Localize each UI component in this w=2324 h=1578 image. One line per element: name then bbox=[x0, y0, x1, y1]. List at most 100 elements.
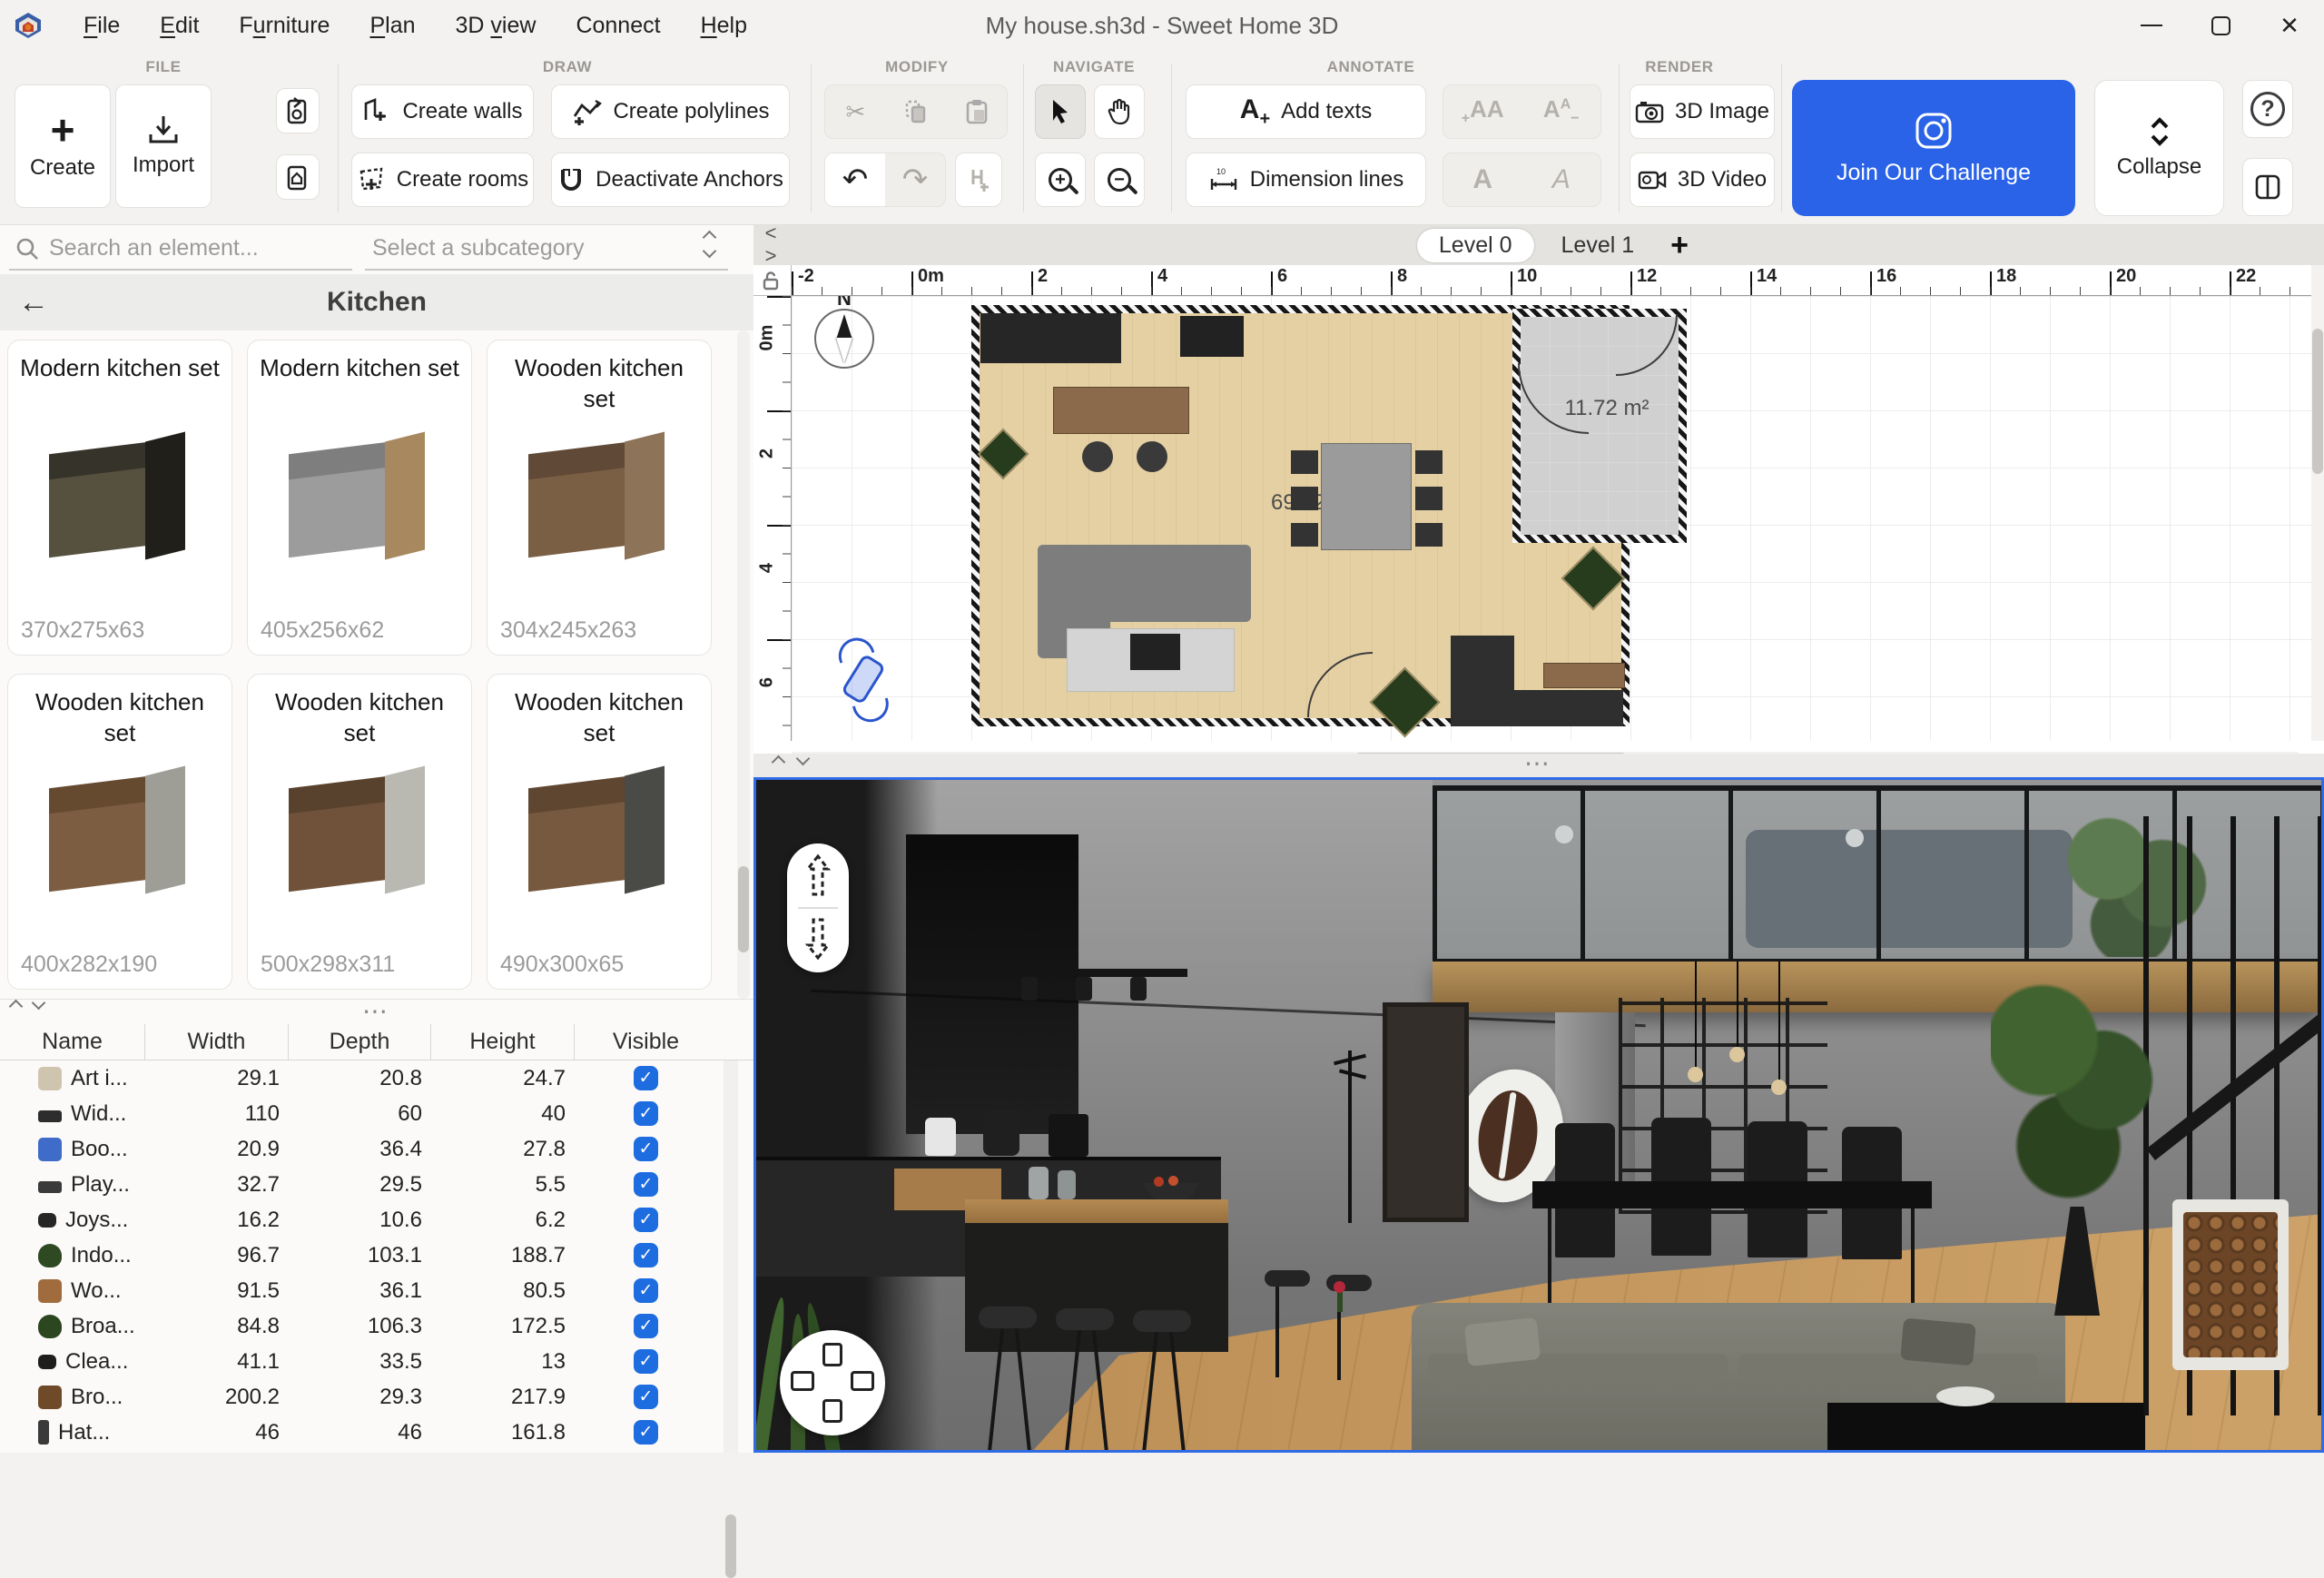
plan-desk[interactable] bbox=[980, 313, 1121, 363]
catalog-list-splitter[interactable]: ⋯ bbox=[0, 999, 753, 1024]
add-texts-button[interactable]: A+ Add texts bbox=[1186, 84, 1426, 139]
plan-pane[interactable]: <> Level 0Level 1 + -20m2468101214161820… bbox=[753, 225, 2324, 777]
menu-connect[interactable]: Connect bbox=[559, 7, 676, 44]
splitter-handle-icon[interactable]: ⋯ bbox=[362, 996, 391, 1026]
import-button[interactable]: Import bbox=[115, 84, 212, 208]
join-challenge-button[interactable]: Join Our Challenge bbox=[1792, 80, 2075, 216]
add-furniture-button[interactable] bbox=[955, 153, 1002, 207]
splitter-up-icon[interactable] bbox=[772, 755, 786, 770]
furniture-row[interactable]: Indo...96.7103.1188.7✓ bbox=[0, 1238, 717, 1273]
collapse-button[interactable]: Collapse bbox=[2094, 80, 2224, 216]
furniture-row[interactable]: Art i...29.120.824.7✓ bbox=[0, 1060, 717, 1096]
go-up-icon[interactable] bbox=[802, 853, 834, 898]
visible-checkbox[interactable]: ✓ bbox=[634, 1101, 658, 1126]
plan-dining-chair[interactable] bbox=[1415, 523, 1443, 547]
splitter-handle-icon[interactable]: ⋯ bbox=[1524, 748, 1553, 778]
visible-checkbox[interactable]: ✓ bbox=[634, 1137, 658, 1161]
italic-text-button[interactable]: A bbox=[1522, 153, 1601, 206]
menu-plan[interactable]: Plan bbox=[353, 7, 431, 44]
furniture-row[interactable]: Broa...84.8106.3172.5✓ bbox=[0, 1308, 717, 1344]
furniture-row[interactable]: Wid...1106040✓ bbox=[0, 1096, 717, 1131]
add-level-button[interactable]: + bbox=[1670, 228, 1689, 263]
menu-help[interactable]: Help bbox=[684, 7, 763, 44]
plan-camera-gizmo[interactable] bbox=[831, 640, 896, 718]
furniture-row[interactable]: Play...32.729.55.5✓ bbox=[0, 1167, 717, 1202]
furniture-row[interactable]: Bro...200.229.3217.9✓ bbox=[0, 1379, 717, 1415]
menu-edit[interactable]: Edit bbox=[143, 7, 215, 44]
panel-toggle-button[interactable] bbox=[2242, 158, 2293, 216]
plan-canvas[interactable]: 69.02 m² 11.72 m² N bbox=[792, 296, 2311, 741]
column-header-visible[interactable]: Visible bbox=[575, 1024, 717, 1060]
dpad-down-icon[interactable] bbox=[822, 1399, 842, 1423]
plan-cabinet[interactable] bbox=[1180, 316, 1244, 357]
dpad-left-icon[interactable] bbox=[791, 1371, 814, 1391]
plan-desk-2[interactable] bbox=[1053, 387, 1189, 434]
plan-dining-chair[interactable] bbox=[1291, 450, 1318, 474]
catalog-card[interactable]: Wooden kitchen set304x245x263 bbox=[487, 340, 712, 656]
create-polylines-button[interactable]: Create polylines bbox=[551, 84, 790, 139]
visible-checkbox[interactable]: ✓ bbox=[634, 1172, 658, 1197]
redo-button[interactable]: ↷ bbox=[885, 153, 945, 206]
help-button[interactable]: ? bbox=[2242, 80, 2293, 138]
increase-text-size-button[interactable]: +AA bbox=[1443, 85, 1522, 138]
pane-collapse-icons[interactable]: <> bbox=[757, 222, 784, 269]
splitter-down-icon[interactable] bbox=[32, 996, 46, 1011]
pan-tool-button[interactable] bbox=[1094, 84, 1145, 139]
column-header-width[interactable]: Width bbox=[145, 1024, 289, 1060]
catalog-scrollbar[interactable] bbox=[737, 330, 750, 999]
export-plan-button[interactable] bbox=[276, 88, 320, 133]
menu-furniture[interactable]: Furniture bbox=[222, 7, 346, 44]
scrollbar-thumb[interactable] bbox=[2312, 329, 2323, 474]
visible-checkbox[interactable]: ✓ bbox=[634, 1385, 658, 1409]
plan-dining-table[interactable] bbox=[1321, 443, 1412, 550]
plan-dining-chair[interactable] bbox=[1415, 487, 1443, 510]
plan-dining-chair[interactable] bbox=[1291, 487, 1318, 510]
plan-kitchen-island[interactable] bbox=[1543, 663, 1625, 688]
visible-checkbox[interactable]: ✓ bbox=[634, 1314, 658, 1338]
column-header-name[interactable]: Name bbox=[0, 1024, 145, 1060]
3d-image-button[interactable]: 3D Image bbox=[1630, 84, 1775, 139]
catalog-card[interactable]: Modern kitchen set370x275x63 bbox=[7, 340, 232, 656]
subcategory-stepper-icon[interactable] bbox=[704, 232, 714, 256]
select-tool-button[interactable] bbox=[1035, 84, 1086, 139]
plan-vertical-scrollbar[interactable] bbox=[2311, 265, 2324, 741]
scrollbar-thumb[interactable] bbox=[725, 1514, 736, 1578]
furniture-scrollbar[interactable] bbox=[724, 1060, 738, 1453]
create-rooms-button[interactable]: Create rooms bbox=[351, 153, 534, 207]
tab-level-0[interactable]: Level 0 bbox=[1417, 229, 1534, 262]
furniture-table-header[interactable]: NameWidthDepthHeightVisible bbox=[0, 1024, 753, 1060]
catalog-card[interactable]: Modern kitchen set405x256x62 bbox=[247, 340, 472, 656]
visible-checkbox[interactable]: ✓ bbox=[634, 1208, 658, 1232]
minimize-button[interactable] bbox=[2117, 0, 2186, 51]
create-walls-button[interactable]: Create walls bbox=[351, 84, 534, 139]
column-header-depth[interactable]: Depth bbox=[289, 1024, 431, 1060]
plan-3d-splitter[interactable]: ⋯ bbox=[753, 754, 2324, 777]
visible-checkbox[interactable]: ✓ bbox=[634, 1278, 658, 1303]
plan-chair[interactable] bbox=[1137, 441, 1167, 472]
splitter-up-icon[interactable] bbox=[9, 1000, 24, 1014]
splitter-down-icon[interactable] bbox=[796, 752, 811, 766]
furniture-row[interactable]: Clea...41.133.513✓ bbox=[0, 1344, 717, 1379]
plan-coffee-table[interactable] bbox=[1130, 634, 1180, 670]
bold-text-button[interactable]: A bbox=[1443, 153, 1522, 206]
zoom-out-button[interactable]: − bbox=[1094, 153, 1145, 207]
export-3d-button[interactable] bbox=[276, 154, 320, 200]
furniture-row[interactable]: Boo...20.936.427.8✓ bbox=[0, 1131, 717, 1167]
menu-file[interactable]: File bbox=[67, 7, 136, 44]
dpad-right-icon[interactable] bbox=[851, 1371, 874, 1391]
decrease-text-size-button[interactable]: AA− bbox=[1522, 85, 1601, 138]
create-button[interactable]: + Create bbox=[15, 84, 111, 208]
3d-video-button[interactable]: 3D Video bbox=[1630, 153, 1775, 207]
paste-button[interactable] bbox=[946, 85, 1007, 138]
catalog-card[interactable]: Wooden kitchen set490x300x65 bbox=[487, 674, 712, 990]
undo-button[interactable]: ↶ bbox=[825, 153, 885, 206]
column-header-height[interactable]: Height bbox=[431, 1024, 575, 1060]
dimension-lines-button[interactable]: 10 Dimension lines bbox=[1186, 153, 1426, 207]
visible-checkbox[interactable]: ✓ bbox=[634, 1420, 658, 1445]
visible-checkbox[interactable]: ✓ bbox=[634, 1066, 658, 1090]
tab-level-1[interactable]: Level 1 bbox=[1540, 229, 1657, 262]
furniture-row[interactable]: Joys...16.210.66.2✓ bbox=[0, 1202, 717, 1238]
visible-checkbox[interactable]: ✓ bbox=[634, 1349, 658, 1374]
menu-3d-view[interactable]: 3D view bbox=[439, 7, 553, 44]
plan-dining-chair[interactable] bbox=[1291, 523, 1318, 547]
